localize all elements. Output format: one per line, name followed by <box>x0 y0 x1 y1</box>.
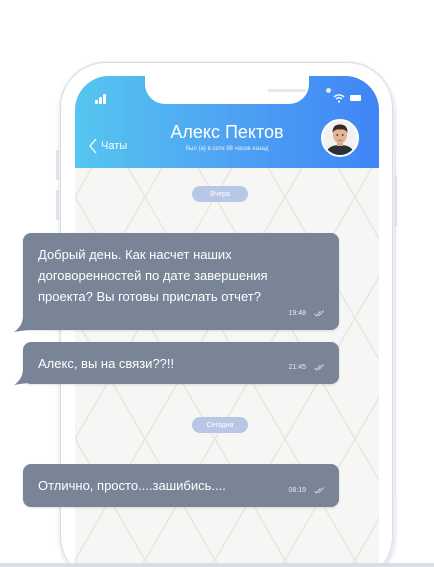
message-meta: 19:48 <box>288 303 325 324</box>
double-check-icon <box>314 487 325 494</box>
chat-header: Чаты Алекс Пектов был (а) в сети 98 часо… <box>75 76 379 168</box>
phone-notch <box>145 76 331 104</box>
message-time: 21:45 <box>288 364 306 371</box>
double-check-icon <box>314 310 325 317</box>
bubble-tail <box>14 369 32 385</box>
message-bubble[interactable]: Отлично, просто....зашибись.... 08:19 <box>23 464 339 507</box>
message-meta: 21:45 <box>288 357 325 378</box>
message-text: Алекс, вы на связи??!! <box>38 356 175 371</box>
avatar[interactable] <box>321 119 359 157</box>
power-button <box>393 175 397 227</box>
signal-icon <box>95 94 109 104</box>
message-time: 19:48 <box>288 310 306 317</box>
front-camera <box>326 88 331 93</box>
bottom-divider <box>0 563 434 567</box>
message-meta: 08:19 <box>288 480 325 501</box>
double-check-icon <box>314 364 325 371</box>
date-divider-yesterday: Вчера <box>192 186 248 202</box>
message-text: договоренностей по дате завершения <box>38 268 268 283</box>
message-text: Отлично, просто....зашибись.... <box>38 478 226 493</box>
wifi-icon <box>333 94 345 103</box>
battery-icon <box>350 95 361 101</box>
message-bubble[interactable]: Алекс, вы на связи??!! 21:45 <box>23 342 339 384</box>
status-icons <box>333 93 361 103</box>
speaker-grille <box>268 89 306 92</box>
message-text: проекта? Вы готовы прислать отчет? <box>38 289 261 304</box>
bubble-tail <box>14 316 32 332</box>
message-bubble[interactable]: Добрый день. Как насчет наших договоренн… <box>23 233 339 330</box>
message-text: Добрый день. Как насчет наших <box>38 247 232 262</box>
date-divider-today: Сегодня <box>192 417 248 433</box>
message-time: 08:19 <box>288 487 306 494</box>
